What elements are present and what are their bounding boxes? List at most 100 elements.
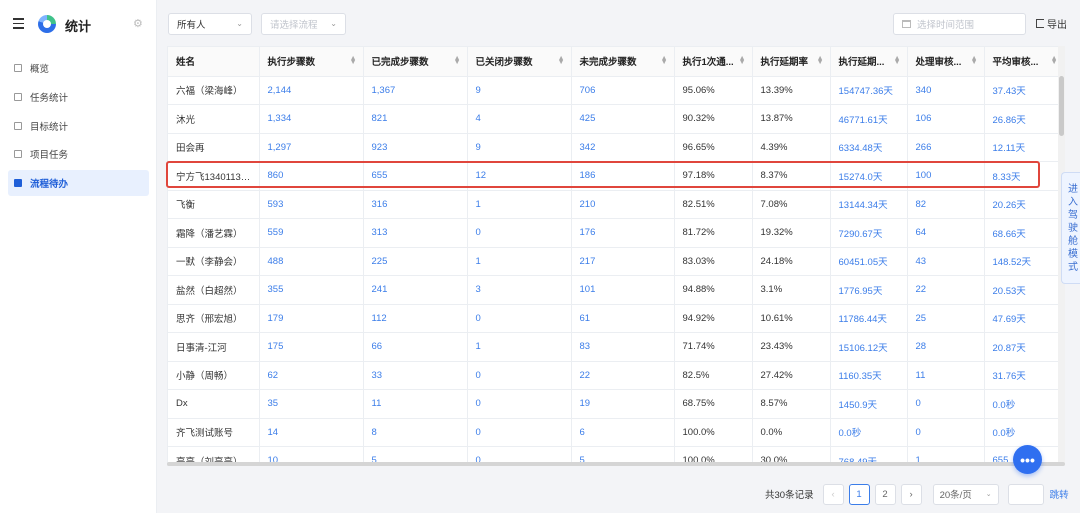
table-cell[interactable]: 0: [907, 418, 985, 447]
table-cell[interactable]: 11: [363, 389, 468, 419]
table-cell[interactable]: 316: [363, 190, 468, 219]
table-cell[interactable]: 106: [907, 104, 985, 134]
scrollbar-thumb[interactable]: [1059, 76, 1064, 136]
table-row[interactable]: 六福（梁海峰） 2,144 1,367 9 706 95.06% 13.39% 154747.…: [168, 76, 1064, 105]
table-cell[interactable]: 61: [571, 304, 675, 333]
table-row[interactable]: 齐飞测试账号 14 8 0 6 100.0% 0.0% 0.0秒 0 0.0秒: [168, 418, 1064, 447]
table-cell[interactable]: 11786.44天: [830, 304, 908, 333]
table-cell[interactable]: 28: [907, 332, 985, 362]
table-row[interactable]: 田会再 1,297 923 9 342 96.65% 4.39% 6334.48天 266 12.…: [168, 133, 1064, 162]
column-header[interactable]: 未完成步骤数 ▲ ▼: [571, 47, 675, 77]
table-cell[interactable]: 313: [363, 218, 468, 248]
export-button[interactable]: 导出: [1036, 16, 1067, 31]
table-row[interactable]: 沐光 1,334 821 4 425 90.32% 13.87% 46771.61天 106 26…: [168, 104, 1064, 134]
column-header[interactable]: 执行步骤数 ▲ ▼: [259, 47, 364, 77]
table-cell[interactable]: 26.86天: [984, 104, 1064, 134]
table-cell[interactable]: 241: [363, 275, 468, 305]
table-cell[interactable]: 47.69天: [984, 304, 1064, 333]
sidebar-item-overview[interactable]: 概览: [8, 55, 149, 81]
table-cell[interactable]: 655: [363, 161, 468, 191]
table-cell[interactable]: 2,144: [259, 76, 364, 105]
table-cell[interactable]: 68.66天: [984, 218, 1064, 248]
prev-page-button[interactable]: ‹: [822, 483, 844, 505]
horizontal-scrollbar[interactable]: [167, 462, 1065, 466]
sort-icon[interactable]: ▲ ▼: [739, 55, 746, 66]
table-cell[interactable]: 1160.35天: [830, 361, 908, 390]
table-row[interactable]: 小静（周畅） 62 33 0 22 82.5% 27.42% 1160.35天 11 31.76天: [168, 361, 1064, 390]
sort-icon[interactable]: ▲ ▼: [817, 55, 824, 66]
table-cell[interactable]: 1,334: [259, 104, 364, 134]
table-cell[interactable]: 355: [259, 275, 364, 305]
table-cell[interactable]: 11: [907, 361, 985, 390]
more-actions-button[interactable]: •••: [1013, 445, 1042, 474]
table-cell[interactable]: 6334.48天: [830, 133, 908, 162]
table-cell[interactable]: 1,367: [363, 76, 468, 105]
table-row[interactable]: Dx 35 11 0 19 68.75% 8.57% 1450.9天 0 0.0秒: [168, 389, 1064, 419]
table-cell[interactable]: 22: [907, 275, 985, 305]
table-cell[interactable]: 0: [467, 361, 572, 390]
table-cell[interactable]: 19: [571, 389, 675, 419]
table-cell[interactable]: 0: [467, 389, 572, 419]
table-row[interactable]: 日事清-江河 175 66 1 83 71.74% 23.43% 15106.12天 28 20.…: [168, 332, 1064, 362]
table-cell[interactable]: 62: [259, 361, 364, 390]
table-cell[interactable]: 0.0秒: [984, 418, 1064, 447]
table-cell[interactable]: 0: [907, 389, 985, 419]
table-cell[interactable]: 43: [907, 247, 985, 276]
process-select[interactable]: 请选择流程 ⌄: [261, 13, 346, 35]
menu-icon[interactable]: [13, 18, 25, 29]
cockpit-mode-tab[interactable]: 进入驾驶舱模式: [1061, 172, 1080, 284]
table-cell[interactable]: 488: [259, 247, 364, 276]
table-cell[interactable]: 20.87天: [984, 332, 1064, 362]
table-cell[interactable]: 6: [571, 418, 675, 447]
jump-button[interactable]: 跳转: [1050, 487, 1069, 501]
table-cell[interactable]: 1776.95天: [830, 275, 908, 305]
sort-icon[interactable]: ▲ ▼: [971, 55, 978, 66]
person-select[interactable]: 所有人 ⌄: [168, 13, 252, 35]
page-size-select[interactable]: 20条/页 ⌄: [932, 483, 999, 505]
table-cell[interactable]: 342: [571, 133, 675, 162]
table-row[interactable]: 思齐（邢宏旭） 179 112 0 61 94.92% 10.61% 11786.44天 25 4…: [168, 304, 1064, 333]
table-cell[interactable]: 186: [571, 161, 675, 191]
table-cell[interactable]: 0.0秒: [984, 389, 1064, 419]
table-cell[interactable]: 14: [259, 418, 364, 447]
column-header[interactable]: 已完成步骤数 ▲ ▼: [363, 47, 468, 77]
table-cell[interactable]: 4: [467, 104, 572, 134]
table-cell[interactable]: 923: [363, 133, 468, 162]
sidebar-item-process-todo[interactable]: 流程待办: [8, 170, 149, 197]
table-cell[interactable]: 0: [467, 304, 572, 333]
column-header[interactable]: 平均审核... ▲ ▼: [984, 47, 1064, 77]
table-cell[interactable]: 340: [907, 76, 985, 105]
page-button-1[interactable]: 1: [848, 483, 870, 505]
table-cell[interactable]: 8: [363, 418, 468, 447]
table-cell[interactable]: 20.53天: [984, 275, 1064, 305]
jump-page-input[interactable]: [1007, 483, 1044, 505]
table-cell[interactable]: 175: [259, 332, 364, 362]
table-cell[interactable]: 15106.12天: [830, 332, 908, 362]
table-cell[interactable]: 20.26天: [984, 190, 1064, 219]
table-cell[interactable]: 217: [571, 247, 675, 276]
table-cell[interactable]: 154747.36天: [830, 76, 908, 105]
sidebar-item-goal-stats[interactable]: 目标统计: [8, 113, 149, 139]
table-cell[interactable]: 60451.05天: [830, 247, 908, 276]
sidebar-item-task-stats[interactable]: 任务统计: [8, 84, 149, 110]
table-cell[interactable]: 8.33天: [984, 161, 1064, 191]
table-row[interactable]: 盐然（白超然） 355 241 3 101 94.88% 3.1% 1776.95天 22 20.…: [168, 275, 1064, 305]
page-button-2[interactable]: 2: [874, 483, 896, 505]
table-row[interactable]: 宁方飞13401135... 860 655 12 186 97.18% 8.37% 1527…: [168, 161, 1064, 191]
table-cell[interactable]: 1: [467, 190, 572, 219]
column-header[interactable]: 处理审核... ▲ ▼: [907, 47, 985, 77]
table-cell[interactable]: 225: [363, 247, 468, 276]
table-cell[interactable]: 9: [467, 133, 572, 162]
table-cell[interactable]: 83: [571, 332, 675, 362]
table-cell[interactable]: 425: [571, 104, 675, 134]
table-cell[interactable]: 210: [571, 190, 675, 219]
column-header[interactable]: 已关闭步骤数 ▲ ▼: [467, 47, 572, 77]
table-cell[interactable]: 3: [467, 275, 572, 305]
table-cell[interactable]: 82: [907, 190, 985, 219]
table-cell[interactable]: 12.11天: [984, 133, 1064, 162]
sort-icon[interactable]: ▲ ▼: [350, 55, 357, 66]
table-cell[interactable]: 66: [363, 332, 468, 362]
table-cell[interactable]: 0.0秒: [830, 418, 908, 447]
table-cell[interactable]: 12: [467, 161, 572, 191]
table-row[interactable]: 飞衡 593 316 1 210 82.51% 7.08% 13144.34天 82 20.26天: [168, 190, 1064, 219]
